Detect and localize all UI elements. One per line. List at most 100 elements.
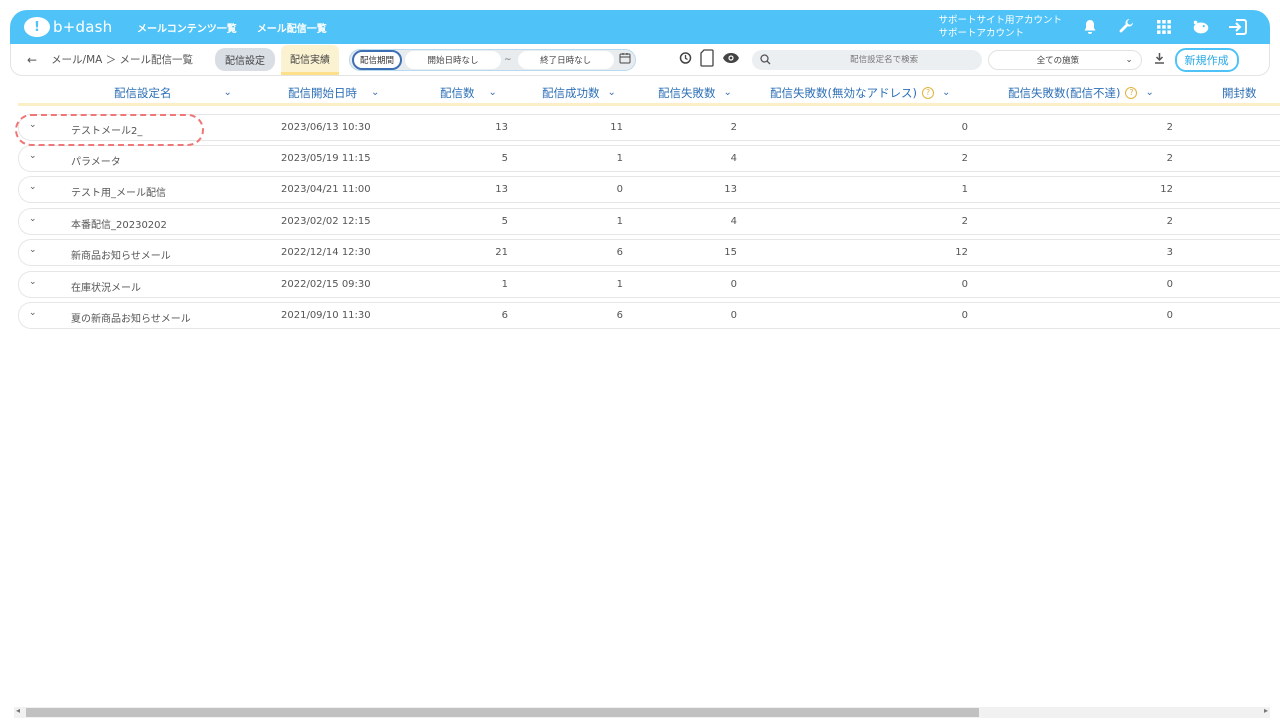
cell-name[interactable]: 夏の新商品お知らせメール: [71, 310, 191, 325]
scrollbar-thumb[interactable]: [26, 708, 979, 717]
table-row[interactable]: ⌄ テスト用_メール配信 2023/04/21 11:00 13 0 13 1 12: [18, 176, 1280, 203]
policy-select[interactable]: 全ての施策 ⌄: [987, 49, 1142, 70]
column-header-opened[interactable]: 開封数: [1222, 85, 1257, 101]
cell-invalid-address: 1: [961, 184, 968, 195]
scroll-right-icon[interactable]: ▸: [1264, 706, 1268, 715]
top-nav: メールコンテンツ一覧 メール配信一覧: [137, 20, 327, 35]
column-header-label: 配信成功数: [542, 85, 600, 100]
table-row[interactable]: ⌄ 夏の新商品お知らせメール 2021/09/10 11:30 6 6 0 0 0: [18, 302, 1280, 329]
expand-chevron-icon[interactable]: ⌄: [29, 277, 37, 287]
period-filter: 配信期間 開始日時なし ~ 終了日時なし: [349, 48, 636, 71]
cell-success: 6: [616, 310, 623, 321]
table-row[interactable]: ⌄ テストメール2_ 2023/06/13 10:30 13 11 2 0 2: [18, 114, 1280, 141]
cell-sent: 13: [495, 184, 508, 195]
tab-delivery-settings[interactable]: 配信設定: [215, 48, 276, 71]
nav-mail-deliveries[interactable]: メール配信一覧: [257, 20, 327, 35]
expand-chevron-icon[interactable]: ⌄: [29, 120, 37, 130]
cell-success: 1: [616, 279, 623, 290]
cell-name[interactable]: 在庫状況メール: [71, 279, 141, 294]
column-header-start[interactable]: 配信開始日時 ⌄: [288, 85, 379, 101]
cell-invalid-address: 2: [961, 153, 968, 164]
back-arrow-icon[interactable]: ←: [27, 53, 37, 67]
table-row[interactable]: ⌄ 在庫状況メール 2022/02/15 09:30 1 1 0 0 0: [18, 271, 1280, 298]
column-header-bounce[interactable]: 配信失敗数(配信不達) ? ⌄: [1008, 85, 1154, 101]
column-header-label: 開封数: [1222, 85, 1257, 100]
search-input[interactable]: [786, 54, 982, 65]
chevron-down-icon: ⌄: [607, 87, 616, 98]
download-icon[interactable]: [1154, 52, 1165, 67]
scroll-left-icon[interactable]: ◂: [16, 706, 20, 715]
column-header-label: 配信失敗数: [658, 85, 716, 100]
grid-icon[interactable]: [1154, 17, 1174, 37]
period-label-button[interactable]: 配信期間: [352, 49, 403, 70]
cell-bounce: 0: [1166, 279, 1173, 290]
history-icon[interactable]: [678, 51, 692, 69]
expand-chevron-icon[interactable]: ⌄: [29, 182, 37, 192]
account-info[interactable]: サポートサイト用アカウント サポートアカウント: [938, 14, 1062, 40]
help-icon[interactable]: ?: [1125, 86, 1138, 99]
column-header-failed[interactable]: 配信失敗数 ⌄: [658, 85, 732, 101]
chevron-down-icon: ⌄: [223, 87, 232, 98]
logo[interactable]: ! b+dash: [24, 17, 124, 37]
cell-failed: 4: [730, 216, 737, 227]
cell-success: 6: [616, 247, 623, 258]
cell-sent: 21: [495, 247, 508, 258]
chevron-down-icon: ⌄: [1125, 54, 1133, 65]
end-date-field[interactable]: 終了日時なし: [517, 50, 614, 69]
column-header-name[interactable]: 配信設定名 ⌄: [114, 85, 232, 101]
column-header-success[interactable]: 配信成功数 ⌄: [542, 85, 616, 101]
chevron-down-icon: ⌄: [488, 87, 497, 98]
search-box: [751, 49, 982, 70]
chevron-down-icon: ⌄: [941, 87, 951, 98]
chevron-down-icon: ⌄: [371, 87, 380, 98]
expand-chevron-icon[interactable]: ⌄: [29, 214, 37, 224]
column-header-sent[interactable]: 配信数 ⌄: [440, 85, 497, 101]
start-date-field[interactable]: 開始日時なし: [405, 50, 502, 69]
cell-start-date: 2021/09/10 11:30: [281, 310, 371, 321]
cell-name[interactable]: 新商品お知らせメール: [71, 247, 171, 262]
cell-name[interactable]: テストメール2_: [71, 122, 142, 137]
search-icon: [759, 50, 771, 69]
cell-sent: 5: [501, 153, 508, 164]
table-row[interactable]: ⌄ 本番配信_20230202 2023/02/02 12:15 5 1 4 2 2: [18, 208, 1280, 235]
cell-success: 11: [610, 122, 623, 133]
table-row[interactable]: ⌄ パラメータ 2023/05/19 11:15 5 1 4 2 2: [18, 145, 1280, 172]
cell-invalid-address: 0: [961, 279, 968, 290]
column-header-invalid[interactable]: 配信失敗数(無効なアドレス) ? ⌄: [770, 85, 950, 101]
sub-bar: ← メール/MA ＞ メール配信一覧 配信設定 配信実績 配信期間 開始日時なし…: [10, 44, 1270, 76]
wrench-icon[interactable]: [1117, 17, 1137, 37]
expand-chevron-icon[interactable]: ⌄: [29, 245, 37, 255]
eye-icon[interactable]: [722, 52, 740, 68]
cell-start-date: 2023/06/13 10:30: [281, 122, 371, 133]
bell-icon[interactable]: [1080, 17, 1100, 37]
account-name: サポートアカウント: [938, 28, 1024, 39]
expand-chevron-icon[interactable]: ⌄: [29, 308, 37, 318]
document-icon[interactable]: [699, 48, 714, 71]
help-icon[interactable]: ?: [921, 86, 934, 99]
column-header-label: 配信数: [440, 85, 475, 100]
cell-name[interactable]: パラメータ: [71, 153, 121, 168]
cell-name[interactable]: テスト用_メール配信: [71, 184, 166, 199]
new-create-button[interactable]: 新規作成: [1174, 47, 1239, 72]
nav-mail-contents[interactable]: メールコンテンツ一覧: [137, 20, 237, 35]
column-header-label: 配信失敗数(配信不達): [1008, 85, 1121, 100]
date-separator: ~: [504, 54, 512, 65]
horizontal-scrollbar[interactable]: ◂ ▸: [14, 706, 1270, 718]
breadcrumb: メール/MA ＞ メール配信一覧: [51, 54, 194, 66]
cell-invalid-address: 2: [961, 216, 968, 227]
table-row[interactable]: ⌄ 新商品お知らせメール 2022/12/14 12:30 21 6 15 12 3: [18, 239, 1280, 266]
cell-sent: 13: [495, 122, 508, 133]
column-header-label: 配信開始日時: [288, 85, 357, 100]
piggy-icon[interactable]: [1191, 17, 1211, 37]
expand-chevron-icon[interactable]: ⌄: [29, 151, 37, 161]
cell-name[interactable]: 本番配信_20230202: [71, 216, 167, 231]
cell-bounce: 2: [1166, 122, 1173, 133]
cell-bounce: 0: [1166, 310, 1173, 321]
cell-bounce: 3: [1166, 247, 1173, 258]
calendar-icon[interactable]: [619, 52, 631, 67]
cell-sent: 1: [501, 279, 508, 290]
chevron-down-icon: ⌄: [723, 87, 732, 98]
table-header: 配信設定名 ⌄ 配信開始日時 ⌄ 配信数 ⌄ 配信成功数 ⌄ 配信失敗数 ⌄ 配…: [18, 82, 1280, 106]
tab-delivery-results[interactable]: 配信実績: [281, 44, 340, 75]
logout-icon[interactable]: [1228, 17, 1248, 37]
